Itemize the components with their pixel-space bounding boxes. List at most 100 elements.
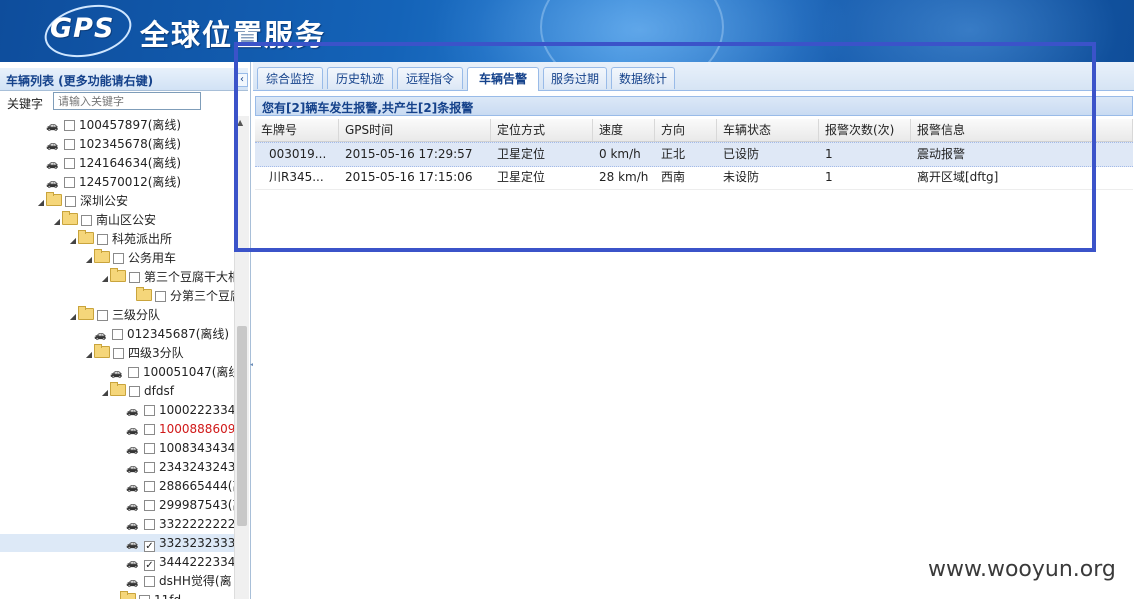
column-header[interactable]: 车辆状态	[717, 119, 819, 141]
column-header[interactable]: 车牌号	[255, 119, 339, 141]
tab-5[interactable]: 数据统计	[611, 67, 675, 89]
tree-vehicle-node[interactable]: 🚗 100457897(离线)	[46, 116, 181, 134]
tree-node-label[interactable]: dsHH觉得(离	[159, 574, 232, 588]
tree-node-label[interactable]: 100051047(离线)	[143, 365, 234, 379]
tree-checkbox[interactable]	[81, 215, 92, 226]
alarm-row[interactable]: 川R345... 2015-05-16 17:15:06 卫星定位 28 km/h 西南…	[255, 166, 1133, 190]
tree-vehicle-node[interactable]: 🚗 1008343434	[126, 439, 234, 457]
tree-group-node[interactable]: ◢ 公务用车	[84, 249, 176, 267]
tree-checkbox[interactable]	[97, 310, 108, 321]
tree-group-node[interactable]: ◢ 科苑派出所	[68, 230, 172, 248]
expand-arrow-icon[interactable]: ◢	[100, 384, 110, 402]
tree-checkbox[interactable]	[155, 291, 166, 302]
tree-vehicle-node[interactable]: 🚗 1000222334	[126, 401, 234, 419]
expand-arrow-icon[interactable]: ◢	[68, 308, 78, 326]
scroll-up-icon[interactable]: ▲	[237, 118, 243, 127]
keyword-search-input[interactable]	[53, 92, 201, 110]
tree-checkbox[interactable]	[112, 329, 123, 340]
tree-node-label[interactable]: 1000888609	[159, 422, 234, 436]
tree-node-label[interactable]: 100457897(离线)	[79, 118, 181, 132]
tree-node-label[interactable]: 科苑派出所	[112, 232, 172, 246]
tree-node-label[interactable]: 3444222334	[159, 555, 234, 569]
collapse-left-icon[interactable]: ‹	[236, 73, 248, 87]
tree-node-label[interactable]: 299987543(离	[159, 498, 234, 512]
tree-checkbox[interactable]	[97, 234, 108, 245]
tree-vehicle-node[interactable]: 🚗 100051047(离线)	[110, 363, 234, 381]
tree-node-label[interactable]: 3323232333	[159, 536, 234, 550]
tree-node-label[interactable]: 1000222334	[159, 403, 234, 417]
tree-group-node[interactable]: 11fd	[110, 591, 181, 599]
tree-checkbox[interactable]	[129, 272, 140, 283]
tree-checkbox[interactable]	[64, 177, 75, 188]
tree-checkbox[interactable]	[113, 348, 124, 359]
column-header[interactable]: 速度	[593, 119, 655, 141]
column-header[interactable]: 定位方式	[491, 119, 593, 141]
column-header[interactable]: 方向	[655, 119, 717, 141]
tree-vehicle-node[interactable]: 🚗 ✓ 3444222334	[126, 553, 234, 571]
expand-arrow-icon[interactable]: ◢	[84, 251, 94, 269]
tree-checkbox[interactable]	[64, 120, 75, 131]
tree-checkbox[interactable]	[144, 500, 155, 511]
expand-arrow-icon[interactable]: ◢	[36, 194, 46, 212]
tree-node-label[interactable]: 102345678(离线)	[79, 137, 181, 151]
tree-node-label[interactable]: 公务用车	[128, 251, 176, 265]
tree-node-label[interactable]: 1008343434	[159, 441, 234, 455]
tree-node-label[interactable]: 012345687(离线)	[127, 327, 229, 341]
tree-vehicle-node[interactable]: 🚗 124570012(离线)	[46, 173, 181, 191]
tree-node-label[interactable]: 124570012(离线)	[79, 175, 181, 189]
tree-group-node[interactable]: ◢ 南山区公安	[52, 211, 156, 229]
tree-checkbox[interactable]	[144, 481, 155, 492]
tree-group-node[interactable]: ◢ 深圳公安	[36, 192, 128, 210]
alarm-row[interactable]: 003019... 2015-05-16 17:29:57 卫星定位 0 km/h 正北…	[255, 142, 1133, 167]
expand-arrow-icon[interactable]: ◢	[68, 232, 78, 250]
tree-group-node[interactable]: 分第三个豆腐	[126, 287, 234, 305]
tree-checkbox[interactable]	[144, 462, 155, 473]
tree-node-label[interactable]: 11fd	[154, 593, 181, 599]
tree-group-node[interactable]: ◢ 第三个豆腐干大相	[100, 268, 234, 286]
tree-vehicle-node[interactable]: 🚗 288665444(离	[126, 477, 234, 495]
tree-checkbox[interactable]: ✓	[144, 560, 155, 571]
tree-checkbox[interactable]: ✓	[144, 541, 155, 552]
tree-vehicle-node[interactable]: 🚗 dsHH觉得(离	[126, 572, 232, 590]
tree-vehicle-node[interactable]: 🚗 ✓ 3323232333	[0, 534, 234, 552]
tree-scrollbar[interactable]: ▲	[234, 116, 249, 599]
tree-node-label[interactable]: 2343243243	[159, 460, 234, 474]
tree-vehicle-node[interactable]: 🚗 102345678(离线)	[46, 135, 181, 153]
tree-node-label[interactable]: 3322222222	[159, 517, 234, 531]
tree-node-label[interactable]: 深圳公安	[80, 194, 128, 208]
tree-vehicle-node[interactable]: 🚗 2343243243	[126, 458, 234, 476]
tree-group-node[interactable]: ◢ 三级分队	[68, 306, 160, 324]
tree-checkbox[interactable]	[65, 196, 76, 207]
tree-checkbox[interactable]	[144, 576, 155, 587]
tree-group-node[interactable]: ◢ 四级3分队	[84, 344, 184, 362]
tree-node-label[interactable]: 南山区公安	[96, 213, 156, 227]
tree-checkbox[interactable]	[128, 367, 139, 378]
tree-checkbox[interactable]	[139, 595, 150, 599]
column-header[interactable]: 报警次数(次)	[819, 119, 911, 141]
tree-node-label[interactable]: 288665444(离	[159, 479, 234, 493]
tab-2[interactable]: 远程指令	[397, 67, 463, 89]
tree-node-label[interactable]: 124164634(离线)	[79, 156, 181, 170]
expand-arrow-icon[interactable]: ◢	[84, 346, 94, 364]
tree-vehicle-node[interactable]: 🚗 3322222222	[126, 515, 234, 533]
tab-0[interactable]: 综合监控	[257, 67, 323, 89]
tree-group-node[interactable]: ◢ dfdsf	[100, 382, 174, 400]
tree-node-label[interactable]: 三级分队	[112, 308, 160, 322]
expand-arrow-icon[interactable]: ◢	[100, 270, 110, 288]
tree-checkbox[interactable]	[64, 139, 75, 150]
tree-node-label[interactable]: 第三个豆腐干大相	[144, 270, 234, 284]
tree-checkbox[interactable]	[144, 405, 155, 416]
tree-checkbox[interactable]	[144, 424, 155, 435]
tab-3[interactable]: 车辆告警	[467, 67, 539, 91]
tree-checkbox[interactable]	[64, 158, 75, 169]
scrollbar-thumb[interactable]	[237, 326, 247, 526]
tree-node-label[interactable]: 分第三个豆腐	[170, 289, 234, 303]
tree-vehicle-node[interactable]: 🚗 299987543(离	[126, 496, 234, 514]
expand-arrow-icon[interactable]: ◢	[52, 213, 62, 231]
tree-vehicle-node[interactable]: 🚗 124164634(离线)	[46, 154, 181, 172]
tree-checkbox[interactable]	[144, 443, 155, 454]
tree-checkbox[interactable]	[129, 386, 140, 397]
tab-1[interactable]: 历史轨迹	[327, 67, 393, 89]
tab-4[interactable]: 服务过期	[543, 67, 607, 89]
tree-node-label[interactable]: dfdsf	[144, 384, 174, 398]
